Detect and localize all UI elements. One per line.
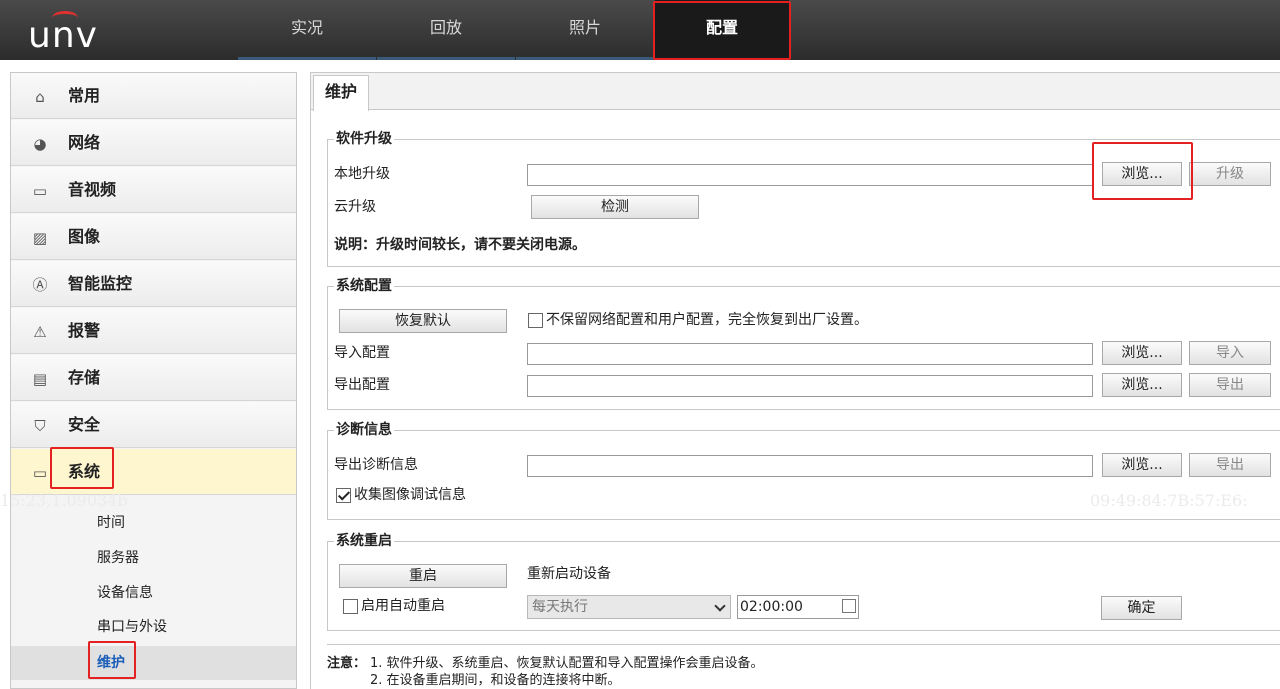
reboot-confirm-button[interactable]: 确定 bbox=[1101, 596, 1182, 620]
window-icon: ▭ bbox=[32, 464, 48, 482]
sidebar-sub-label: 时间 bbox=[97, 515, 125, 531]
content-tabbar: 维护 bbox=[311, 72, 1280, 111]
nav-tab-divider bbox=[516, 57, 654, 60]
sidebar-item-label: 存储 bbox=[68, 368, 101, 387]
sidebar-sub-time[interactable]: 时间 bbox=[11, 506, 296, 540]
nav-tab-photo[interactable]: 照片 bbox=[516, 0, 654, 60]
group-software-upgrade: 软件升级 本地升级 浏览... 升级 云升级 检测 说明：升级时间较长，请不要关… bbox=[327, 130, 1280, 267]
clock-icon[interactable] bbox=[842, 599, 856, 613]
sidebar-item-label: 音视频 bbox=[68, 180, 117, 199]
collect-image-debug-checkbox[interactable] bbox=[336, 488, 351, 503]
auto-reboot-checkbox[interactable] bbox=[343, 599, 358, 614]
sidebar-item-network[interactable]: ◕ 网络 bbox=[11, 120, 296, 166]
sidebar: ⌂ 常用 ◕ 网络 ▭ 音视频 ▨ 图像 Ⓐ 智能监控 ⚠ 报警 ▤ 存储 ⛉ … bbox=[10, 72, 297, 689]
main-content: 维护 软件升级 本地升级 浏览... 升级 云升级 检测 说明：升级时间较长，请… bbox=[310, 72, 1280, 689]
sidebar-sub-server[interactable]: 服务器 bbox=[11, 541, 296, 575]
sidebar-item-label: 智能监控 bbox=[68, 274, 133, 293]
diagnosis-browse-button[interactable]: 浏览... bbox=[1102, 453, 1182, 477]
sidebar-sub-label: 设备信息 bbox=[97, 585, 153, 601]
unv-logo: unv bbox=[28, 8, 108, 56]
sidebar-sub-label: 维护 bbox=[97, 655, 125, 671]
reboot-description: 重新启动设备 bbox=[527, 566, 611, 582]
export-config-path-input[interactable] bbox=[527, 375, 1093, 397]
sidebar-item-label: 图像 bbox=[68, 227, 101, 246]
sidebar-item-system[interactable]: ▭ 系统 bbox=[11, 449, 296, 495]
sidebar-item-image[interactable]: ▨ 图像 bbox=[11, 214, 296, 260]
film-icon: ▭ bbox=[32, 182, 48, 200]
globe-icon: ◕ bbox=[33, 135, 47, 153]
nav-tab-config[interactable]: 配置 bbox=[655, 0, 789, 60]
legend-software-upgrade: 软件升级 bbox=[334, 130, 394, 148]
import-config-label: 导入配置 bbox=[334, 345, 390, 361]
sidebar-item-smart[interactable]: Ⓐ 智能监控 bbox=[11, 261, 296, 307]
chevron-down-icon bbox=[714, 600, 726, 612]
upgrade-browse-button[interactable]: 浏览... bbox=[1102, 162, 1182, 186]
full-restore-label: 不保留网络配置和用户配置，完全恢复到出厂设置。 bbox=[546, 312, 868, 328]
storage-icon: ▤ bbox=[32, 370, 48, 388]
export-config-button[interactable]: 导出 bbox=[1189, 373, 1271, 397]
reboot-time-input[interactable]: 02:00:00 bbox=[737, 595, 859, 619]
sidebar-sub-maintenance[interactable]: 维护 bbox=[11, 646, 296, 680]
notes-prefix: 注意： bbox=[327, 656, 367, 671]
watermark-left: 15:23,1.09034b bbox=[0, 491, 128, 510]
import-browse-button[interactable]: 浏览... bbox=[1102, 341, 1182, 365]
upgrade-note: 说明：升级时间较长，请不要关闭电源。 bbox=[334, 237, 586, 253]
auto-reboot-label: 启用自动重启 bbox=[361, 598, 445, 614]
detect-button[interactable]: 检测 bbox=[531, 195, 699, 219]
nav-tab-divider bbox=[377, 57, 515, 60]
import-button[interactable]: 导入 bbox=[1189, 341, 1271, 365]
image-icon: ▨ bbox=[32, 229, 48, 247]
warning-icon: ⚠ bbox=[33, 323, 47, 341]
local-upgrade-path-input[interactable] bbox=[527, 164, 1093, 186]
group-system-config: 系统配置 恢复默认 不保留网络配置和用户配置，完全恢复到出厂设置。 导入配置 浏… bbox=[327, 277, 1280, 410]
full-restore-checkbox[interactable] bbox=[528, 313, 543, 328]
restore-default-button[interactable]: 恢复默认 bbox=[339, 309, 507, 333]
export-diagnosis-button[interactable]: 导出 bbox=[1189, 453, 1271, 477]
sidebar-sub-label: 串口与外设 bbox=[97, 619, 167, 635]
upgrade-button[interactable]: 升级 bbox=[1189, 162, 1271, 186]
sidebar-item-label: 安全 bbox=[68, 415, 101, 434]
sidebar-item-alarm[interactable]: ⚠ 报警 bbox=[11, 308, 296, 354]
collect-image-debug-label: 收集图像调试信息 bbox=[354, 487, 466, 503]
sidebar-item-common[interactable]: ⌂ 常用 bbox=[11, 73, 296, 119]
sidebar-sub-label: 服务器 bbox=[97, 550, 139, 566]
export-config-browse-button[interactable]: 浏览... bbox=[1102, 373, 1182, 397]
export-diagnosis-label: 导出诊断信息 bbox=[334, 457, 418, 473]
sidebar-item-audio-video[interactable]: ▭ 音视频 bbox=[11, 167, 296, 213]
local-upgrade-label: 本地升级 bbox=[334, 166, 390, 182]
sidebar-item-label: 常用 bbox=[68, 86, 101, 105]
sidebar-item-label: 网络 bbox=[68, 133, 101, 152]
shield-icon: ⛉ bbox=[34, 417, 46, 435]
sidebar-item-label: 报警 bbox=[68, 321, 101, 340]
import-config-path-input[interactable] bbox=[527, 343, 1093, 365]
smart-icon: Ⓐ bbox=[32, 276, 48, 294]
sidebar-item-label: 系统 bbox=[68, 462, 101, 481]
sidebar-item-security[interactable]: ⛉ 安全 bbox=[11, 402, 296, 448]
sidebar-item-storage[interactable]: ▤ 存储 bbox=[11, 355, 296, 401]
cloud-upgrade-label: 云升级 bbox=[334, 199, 376, 215]
notes-line-2: 2. 在设备重启期间，和设备的连接将中断。 bbox=[370, 673, 621, 688]
top-header: unv 实况 回放 照片 配置 bbox=[0, 0, 1280, 60]
legend-diagnosis: 诊断信息 bbox=[334, 421, 394, 439]
group-system-reboot: 系统重启 重启 重新启动设备 启用自动重启 每天执行 02:00:00 确定 bbox=[327, 532, 1280, 631]
export-diagnosis-path-input[interactable] bbox=[527, 455, 1093, 477]
nav-tab-playback[interactable]: 回放 bbox=[377, 0, 515, 60]
nav-tab-live[interactable]: 实况 bbox=[238, 0, 376, 60]
reboot-schedule-select[interactable]: 每天执行 bbox=[527, 595, 731, 619]
legend-system-reboot: 系统重启 bbox=[334, 532, 394, 550]
nav-tab-divider bbox=[238, 57, 376, 60]
sidebar-sub-device-info[interactable]: 设备信息 bbox=[11, 576, 296, 610]
export-config-label: 导出配置 bbox=[334, 377, 390, 393]
tab-maintenance[interactable]: 维护 bbox=[313, 75, 369, 111]
reboot-time-value: 02:00:00 bbox=[740, 599, 803, 615]
reboot-schedule-value: 每天执行 bbox=[532, 599, 588, 615]
sidebar-sub-serial-peripheral[interactable]: 串口与外设 bbox=[11, 610, 296, 644]
reboot-button[interactable]: 重启 bbox=[339, 564, 507, 588]
notes-line-1: 1. 软件升级、系统重启、恢复默认配置和导入配置操作会重启设备。 bbox=[370, 656, 764, 671]
home-icon: ⌂ bbox=[35, 88, 45, 106]
notes-divider bbox=[327, 644, 1280, 645]
watermark-right: 09:49:84:7B:57:E6: bbox=[1090, 491, 1248, 510]
logo-text: unv bbox=[28, 15, 98, 56]
legend-system-config: 系统配置 bbox=[334, 277, 394, 295]
